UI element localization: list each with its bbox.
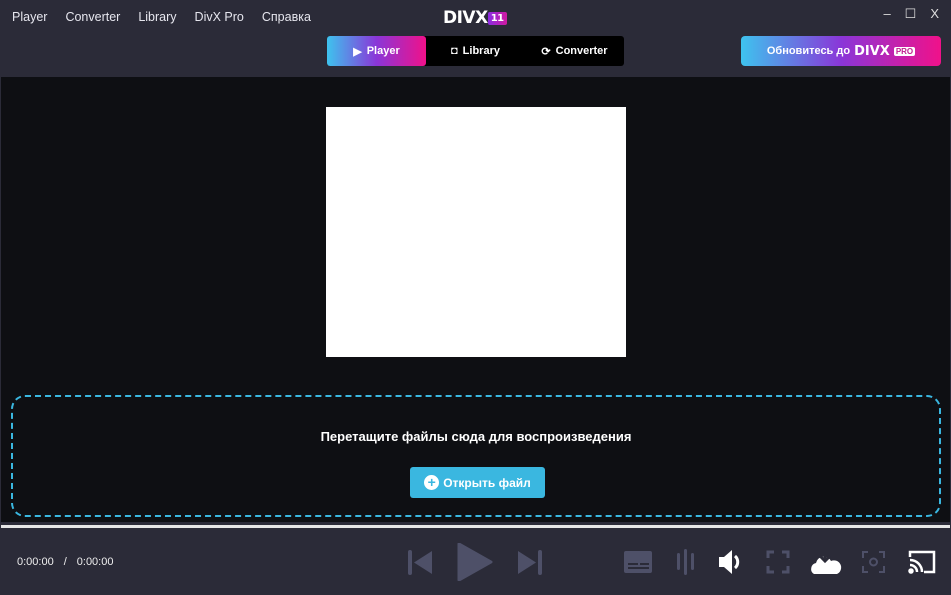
tab-library[interactable]: ◘ Library: [426, 36, 525, 66]
tab-player[interactable]: ▶ Player: [327, 36, 426, 66]
previous-icon[interactable]: [408, 550, 432, 575]
open-file-button[interactable]: + Открыть файл: [410, 467, 545, 498]
converter-icon: ⟳: [541, 45, 551, 58]
cloud-download-icon[interactable]: [811, 549, 842, 574]
time-display: 0:00:00 / 0:00:00: [17, 556, 113, 568]
menu-bar: Player Converter Library DivX Pro Справк…: [12, 10, 311, 24]
screenshot-icon[interactable]: [862, 551, 885, 573]
divx-logo: DIVX 11: [443, 8, 507, 28]
upgrade-brand: DIVX: [854, 43, 890, 59]
plus-icon: +: [424, 475, 440, 490]
mode-tabs: ▶ Player ◘ Library ⟳ Converter: [327, 36, 624, 66]
upgrade-label: Обновитесь до: [766, 45, 851, 57]
logo-text: DIVX: [443, 8, 488, 28]
pro-badge: PRO: [893, 46, 916, 56]
logo-badge: 11: [487, 11, 507, 25]
volume-icon[interactable]: [719, 550, 740, 574]
time-separator: /: [63, 556, 67, 568]
drop-zone[interactable]: Перетащите файлы сюда для воспроизведени…: [11, 395, 941, 517]
play-icon: ▶: [353, 45, 362, 58]
menu-library[interactable]: Library: [138, 10, 176, 24]
player-tools: [624, 549, 936, 575]
playback-controls: [408, 543, 542, 581]
drop-text: Перетащите файлы сюда для воспроизведени…: [320, 429, 632, 444]
menu-divx-pro[interactable]: DivX Pro: [195, 10, 244, 24]
menu-help[interactable]: Справка: [262, 10, 311, 24]
video-preview: [326, 107, 626, 357]
tab-label: Converter: [555, 45, 608, 57]
player-area: Перетащите файлы сюда для воспроизведени…: [1, 77, 950, 522]
current-time: 0:00:00: [17, 556, 54, 568]
open-file-label: Открыть файл: [443, 475, 531, 490]
fullscreen-icon[interactable]: [766, 550, 790, 574]
menu-converter[interactable]: Converter: [65, 10, 120, 24]
seek-bar[interactable]: [1, 525, 950, 528]
tab-converter[interactable]: ⟳ Converter: [525, 36, 624, 66]
maximize-button[interactable]: ☐: [905, 6, 917, 22]
menu-player[interactable]: Player: [12, 10, 47, 24]
equalizer-icon[interactable]: [677, 549, 694, 575]
library-icon: ◘: [451, 45, 458, 57]
tab-label: Library: [462, 45, 500, 57]
close-button[interactable]: X: [930, 6, 939, 22]
upgrade-button[interactable]: Обновитесь до DIVX PRO: [741, 36, 941, 66]
minimize-button[interactable]: –: [883, 6, 890, 22]
cast-icon[interactable]: [908, 550, 936, 574]
total-time: 0:00:00: [76, 556, 114, 568]
play-icon[interactable]: [457, 543, 493, 581]
subtitles-icon[interactable]: [624, 551, 652, 573]
next-icon[interactable]: [518, 550, 542, 575]
tab-label: Player: [366, 45, 400, 57]
